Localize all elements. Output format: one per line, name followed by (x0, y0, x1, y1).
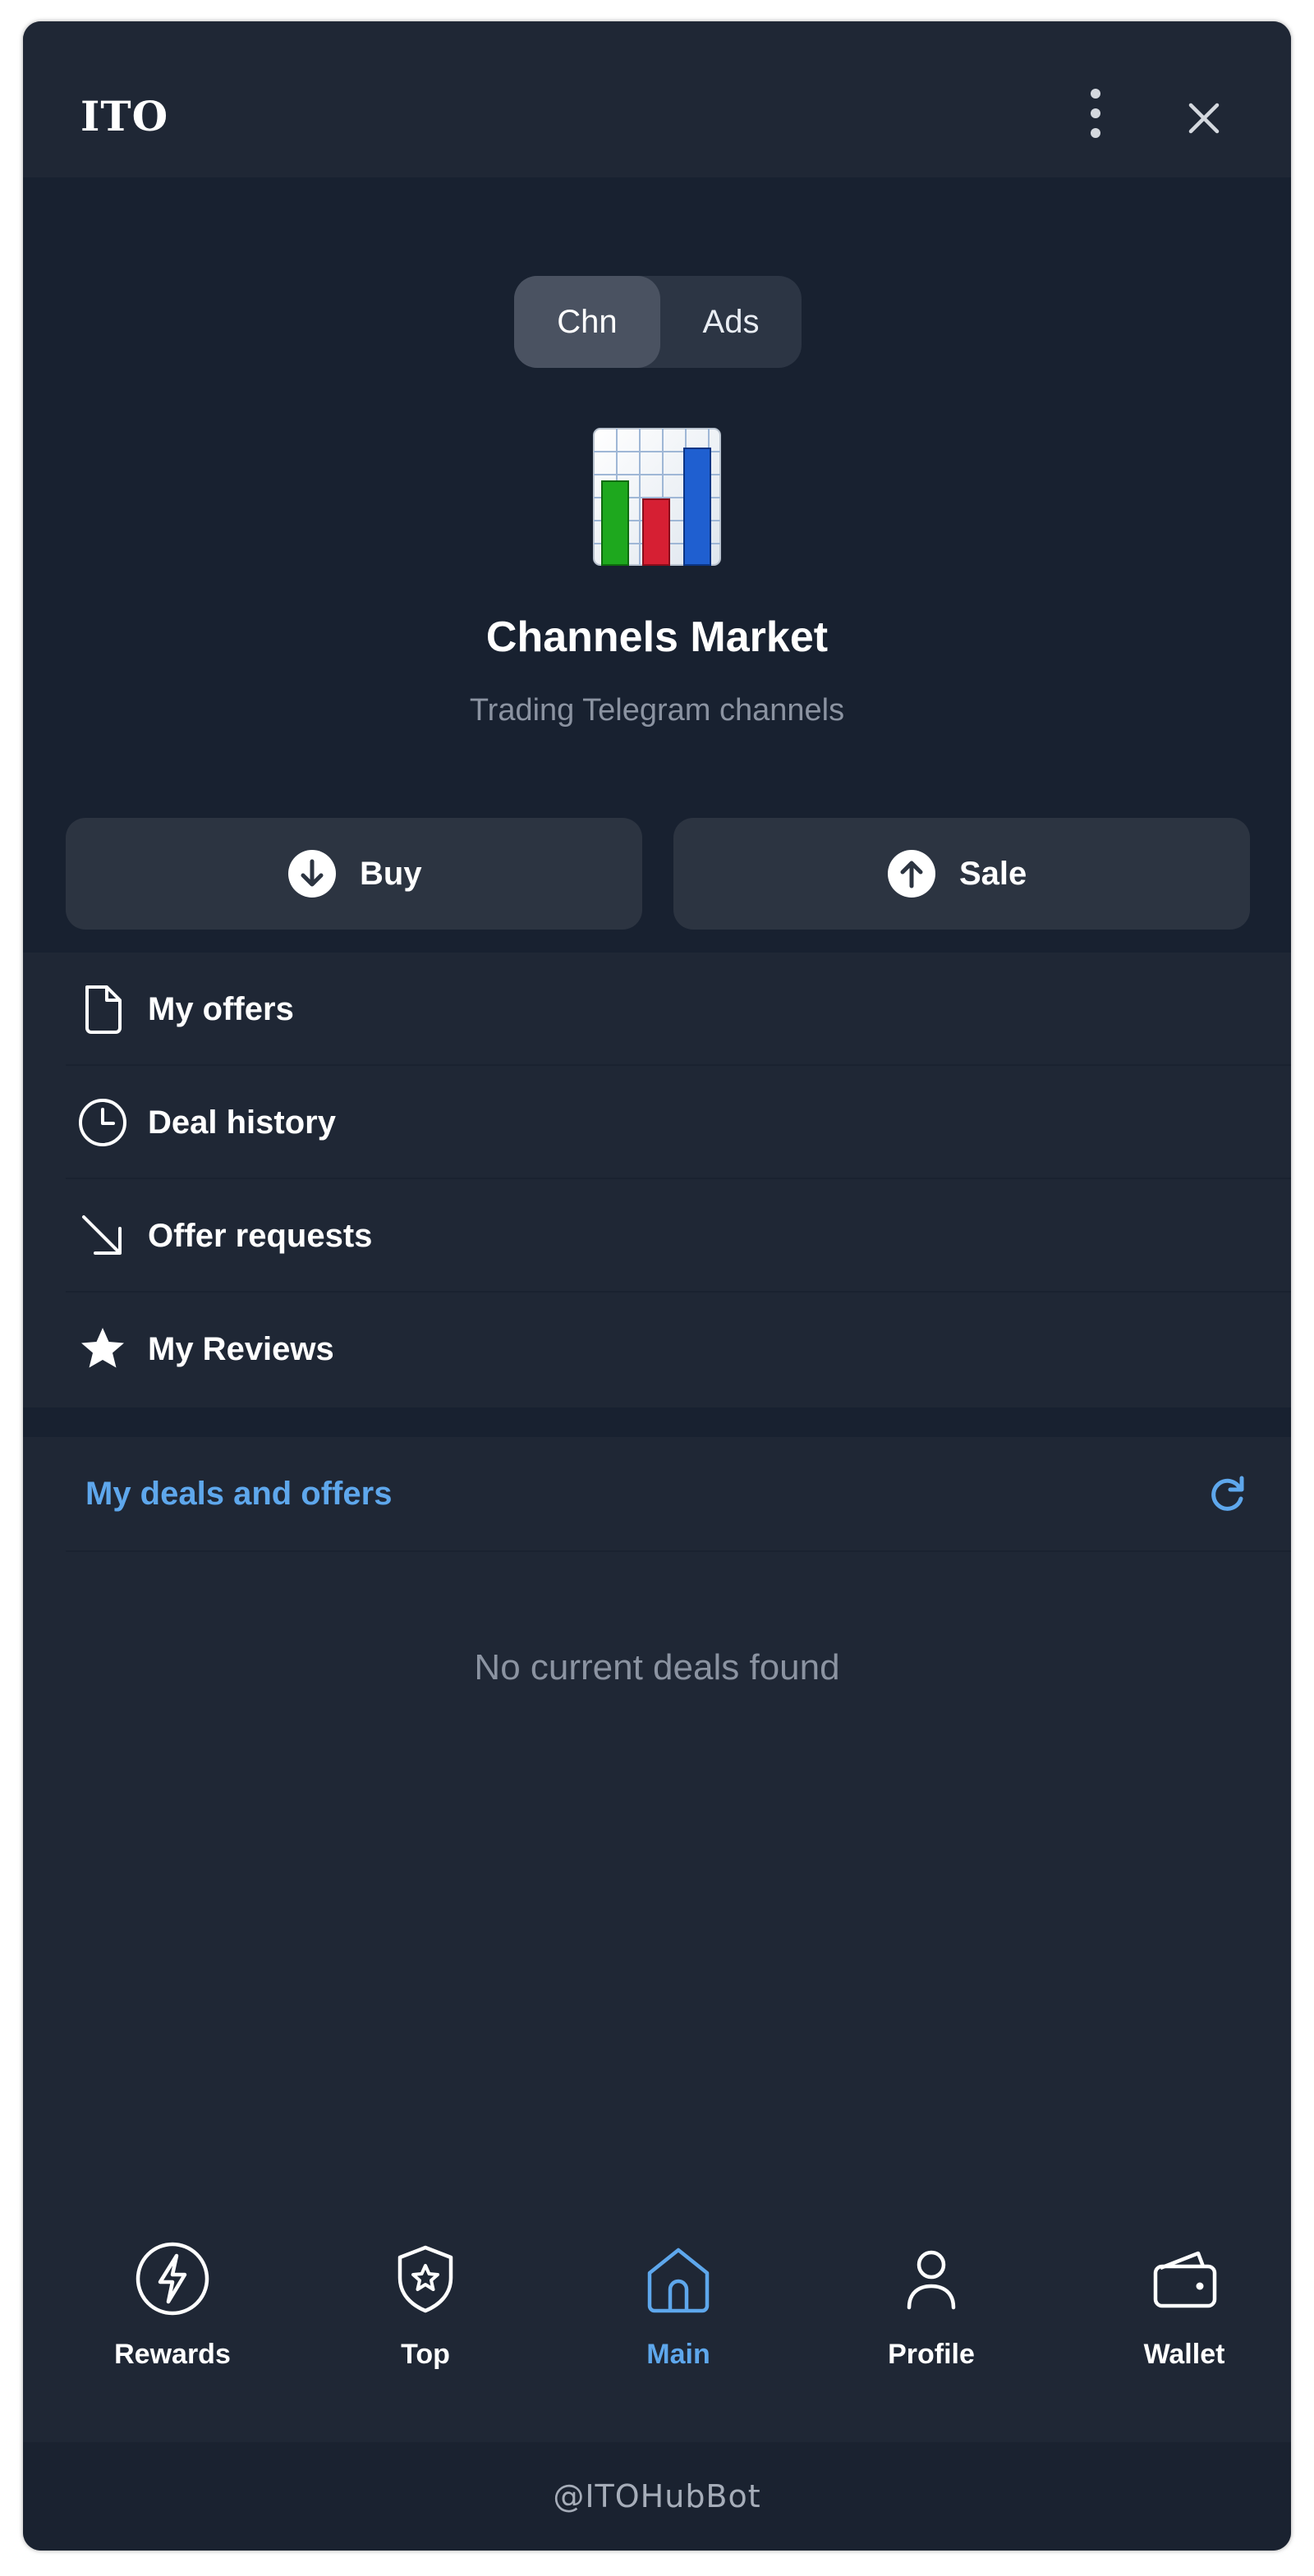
tab-label: Main (646, 2339, 710, 2370)
home-icon (640, 2240, 717, 2317)
app-window: ITO Chn Ads Channels Market Trading Tele… (23, 21, 1291, 2551)
close-icon[interactable] (1173, 87, 1235, 149)
wallet-icon (1146, 2240, 1223, 2317)
refresh-icon[interactable] (1206, 1472, 1250, 1516)
tab-main[interactable]: Main (609, 2240, 748, 2388)
menu-item-my-offers[interactable]: My offers (23, 953, 1291, 1066)
buy-button[interactable]: Buy (66, 818, 642, 930)
user-icon (893, 2240, 970, 2317)
tab-label: Profile (888, 2339, 975, 2370)
tab-label: Rewards (114, 2339, 231, 2370)
empty-state-text: No current deals found (474, 1647, 840, 1687)
tab-label: Top (401, 2339, 450, 2370)
app-title: ITO (80, 92, 169, 140)
star-icon (74, 1320, 131, 1378)
segment-ads[interactable]: Ads (660, 276, 802, 368)
more-vertical-icon[interactable] (1063, 76, 1128, 158)
arrow-down-right-icon (74, 1207, 131, 1265)
hero-title: Channels Market (485, 613, 829, 661)
sale-button[interactable]: Sale (673, 818, 1250, 930)
menu-item-label: Deal history (148, 1104, 336, 1141)
section-gap (23, 1407, 1291, 1437)
document-icon (74, 980, 131, 1038)
divider (66, 1550, 1291, 1552)
tab-label: Wallet (1143, 2339, 1225, 2370)
footer: @ITOHubBot (23, 2442, 1291, 2551)
arrow-down-circle-icon (287, 849, 337, 898)
bot-name: @ITOHubBot (553, 2478, 761, 2514)
clock-icon (74, 1094, 131, 1151)
buy-label: Buy (360, 856, 422, 892)
tab-rewards[interactable]: Rewards (103, 2240, 242, 2388)
menu-item-deal-history[interactable]: Deal history (23, 1066, 1291, 1179)
segment-control: Chn Ads (514, 276, 802, 368)
bar-chart-icon (592, 427, 722, 567)
sale-label: Sale (959, 856, 1027, 892)
lightning-icon (134, 2240, 211, 2317)
menu-item-label: My offers (148, 991, 294, 1027)
title-bar: ITO (23, 21, 1291, 177)
segment-chn[interactable]: Chn (514, 276, 660, 368)
menu-item-my-reviews[interactable]: My Reviews (23, 1293, 1291, 1406)
deals-title: My deals and offers (85, 1476, 393, 1512)
menu-item-offer-requests[interactable]: Offer requests (23, 1179, 1291, 1293)
shield-star-icon (387, 2240, 464, 2317)
menu-item-label: My Reviews (148, 1331, 334, 1367)
tab-profile[interactable]: Profile (861, 2240, 1001, 2388)
arrow-up-circle-icon (887, 849, 936, 898)
hero-section: Chn Ads Channels Market Trading Telegram… (23, 177, 1291, 953)
tab-top[interactable]: Top (356, 2240, 495, 2388)
hero-subtitle: Trading Telegram channels (469, 693, 845, 728)
menu-list: My offers Deal history Offer requests My… (23, 953, 1291, 1407)
menu-item-label: Offer requests (148, 1218, 373, 1254)
tab-wallet[interactable]: Wallet (1114, 2240, 1254, 2388)
